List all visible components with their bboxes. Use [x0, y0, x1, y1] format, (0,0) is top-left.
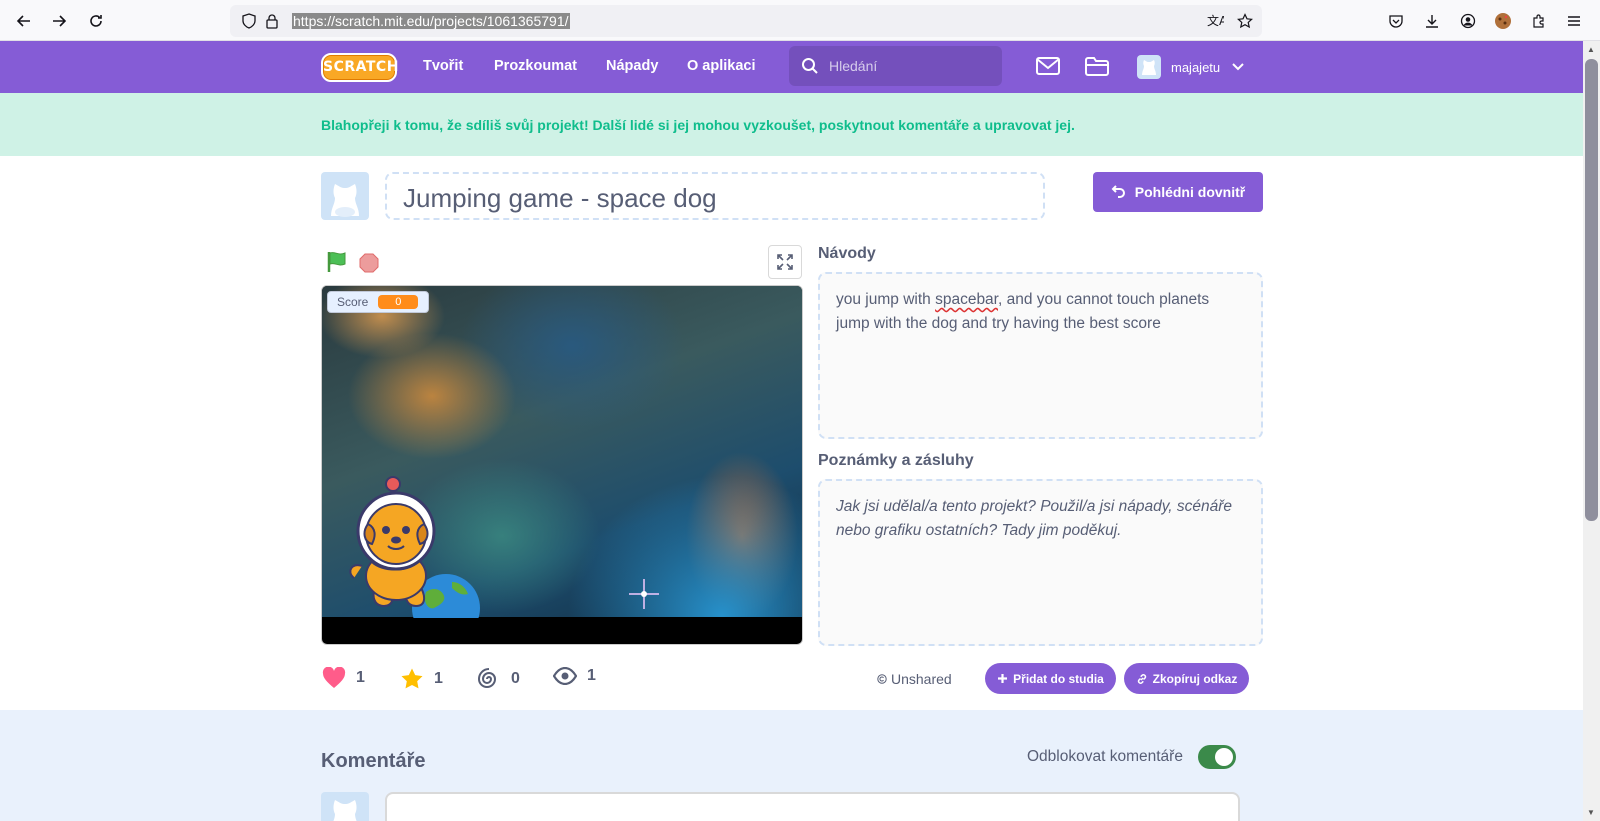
- svg-text:文A: 文A: [1207, 13, 1224, 28]
- pocket-icon[interactable]: [1385, 10, 1407, 32]
- bookmark-star-icon[interactable]: [1234, 10, 1256, 32]
- download-icon[interactable]: [1421, 10, 1443, 32]
- love-count-value: 1: [356, 669, 365, 686]
- shield-icon[interactable]: [238, 10, 260, 32]
- toggle-knob: [1215, 748, 1233, 766]
- my-stuff-folder-icon[interactable]: [1085, 57, 1109, 76]
- instructions-heading: Návody: [818, 245, 876, 262]
- scratch-logo[interactable]: SCRATCH: [321, 53, 398, 82]
- search-input[interactable]: [829, 56, 989, 76]
- copy-link-button[interactable]: Zkopíruj odkaz: [1124, 663, 1249, 694]
- browser-toolbar: https://scratch.mit.edu/projects/1061365…: [0, 0, 1600, 41]
- instructions-line-2: jump with the dog and try having the bes…: [836, 315, 1161, 332]
- link-icon: [1137, 673, 1146, 684]
- account-icon[interactable]: [1457, 10, 1479, 32]
- banner-text: Blahopřeji k tomu, že sdíliš svůj projek…: [321, 117, 1075, 133]
- sparkle-star: [629, 579, 659, 609]
- messages-envelope-icon[interactable]: [1036, 57, 1060, 75]
- heart-icon: [322, 667, 346, 688]
- notes-placeholder: Jak jsi udělal/a tento projekt? Použil/a…: [836, 498, 1233, 539]
- plus-icon: [998, 674, 1008, 683]
- star-icon: [401, 668, 423, 689]
- url-text[interactable]: https://scratch.mit.edu/projects/1061365…: [292, 13, 570, 29]
- share-success-banner: Blahopřeji k tomu, že sdíliš svůj projek…: [0, 93, 1583, 156]
- notes-heading: Poznámky a zásluhy: [818, 452, 974, 469]
- fullscreen-icon: [777, 254, 793, 270]
- scratch-navbar: SCRATCH Tvořit Prozkoumat Nápady O aplik…: [0, 41, 1583, 93]
- spellcheck-word: spacebar: [935, 291, 998, 308]
- remix-spiral-icon: [477, 668, 497, 688]
- lock-icon[interactable]: [261, 10, 283, 32]
- instructions-field[interactable]: you jump with spacebar, and you cannot t…: [818, 272, 1263, 439]
- project-author-avatar[interactable]: [321, 172, 369, 220]
- see-inside-label: Pohlédni dovnitř: [1134, 184, 1246, 200]
- instructions-line-1-end: , and you cannot touch planets: [998, 291, 1210, 308]
- comments-toggle[interactable]: [1198, 745, 1236, 769]
- favorite-count-value: 1: [434, 670, 443, 687]
- score-value: 0: [378, 295, 419, 309]
- scroll-up-arrow-icon[interactable]: ▲: [1587, 45, 1595, 54]
- project-stage[interactable]: Score 0: [321, 285, 803, 645]
- reload-icon[interactable]: [85, 10, 107, 32]
- extensions-puzzle-icon[interactable]: [1528, 10, 1550, 32]
- unshared-status: Unshared: [877, 671, 952, 687]
- nav-ideas[interactable]: Nápady: [606, 58, 658, 74]
- nav-about[interactable]: O aplikaci: [687, 58, 756, 74]
- nav-explore[interactable]: Prozkoumat: [494, 58, 577, 74]
- menu-icon[interactable]: [1563, 10, 1585, 32]
- project-title[interactable]: Jumping game - space dog: [403, 183, 717, 214]
- green-flag-icon[interactable]: [326, 251, 348, 273]
- page-scrollbar[interactable]: ▲ ▼: [1583, 41, 1600, 821]
- notes-credits-field[interactable]: Jak jsi udělal/a tento projekt? Použil/a…: [818, 479, 1263, 646]
- scroll-thumb[interactable]: [1585, 59, 1598, 521]
- cookie-extension-icon[interactable]: [1492, 10, 1514, 32]
- eye-icon: [553, 667, 577, 685]
- user-avatar[interactable]: [1137, 55, 1161, 79]
- remix-count-value: 0: [511, 670, 520, 687]
- space-dog-sprite: [349, 476, 436, 608]
- chevron-down-icon[interactable]: [1232, 63, 1244, 71]
- comment-input[interactable]: [385, 792, 1240, 821]
- see-inside-button[interactable]: Pohlédni dovnitř: [1093, 172, 1263, 212]
- unshared-label: Unshared: [891, 671, 952, 687]
- view-count: 1: [553, 667, 596, 685]
- forward-arrow-icon[interactable]: [48, 10, 70, 32]
- translate-icon[interactable]: 文A: [1204, 10, 1226, 32]
- project-title-field[interactable]: Jumping game - space dog: [385, 172, 1045, 220]
- commenter-avatar: [321, 792, 369, 821]
- score-monitor: Score 0: [327, 291, 429, 313]
- instructions-line-1: you jump with spacebar, and you cannot t…: [836, 288, 1245, 312]
- favorite-count[interactable]: 1: [400, 667, 443, 691]
- copy-link-label: Zkopíruj odkaz: [1152, 671, 1238, 686]
- comments-heading: Komentáře: [321, 750, 426, 772]
- comments-toggle-label: Odblokovat komentáře: [1027, 748, 1183, 765]
- view-count-value: 1: [587, 667, 596, 684]
- search-box[interactable]: [789, 46, 1002, 86]
- scroll-down-arrow-icon[interactable]: ▼: [1587, 808, 1595, 817]
- add-to-studio-label: Přidat do studia: [1013, 671, 1104, 686]
- remix-arrows-icon: [1111, 185, 1125, 198]
- comments-section: Komentáře Odblokovat komentáře: [0, 710, 1583, 821]
- nav-create[interactable]: Tvořit: [423, 58, 463, 74]
- stop-sign-icon[interactable]: [359, 253, 379, 273]
- add-to-studio-button[interactable]: Přidat do studia: [985, 663, 1116, 694]
- instructions-line-1-start: you jump with: [836, 291, 936, 308]
- fullscreen-button[interactable]: [768, 245, 802, 279]
- love-count[interactable]: 1: [322, 667, 365, 689]
- back-arrow-icon[interactable]: [13, 10, 35, 32]
- search-icon: [802, 58, 818, 74]
- copyright-icon: [877, 674, 887, 684]
- username[interactable]: majajetu: [1171, 60, 1220, 75]
- address-bar[interactable]: https://scratch.mit.edu/projects/1061365…: [230, 5, 1262, 37]
- score-label: Score: [337, 295, 369, 309]
- remix-count[interactable]: 0: [477, 667, 520, 691]
